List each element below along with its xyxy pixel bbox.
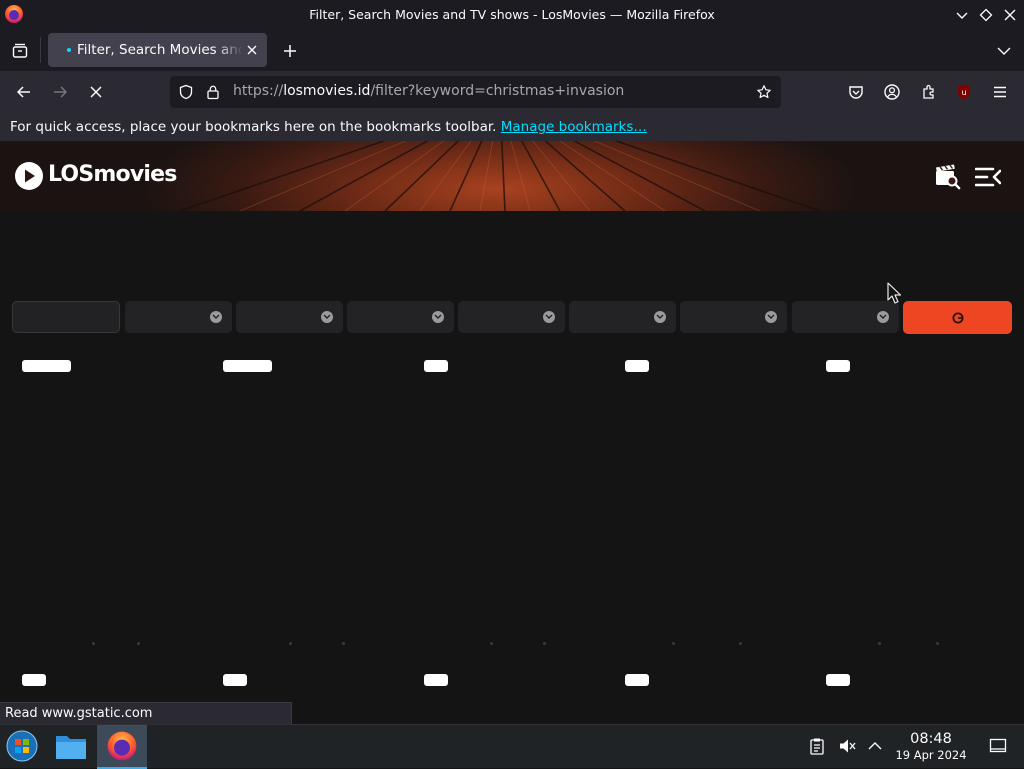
status-panel: Read www.gstatic.com <box>0 702 292 724</box>
result-label-placeholder <box>22 360 71 372</box>
placeholder-dot <box>739 642 742 645</box>
mouse-cursor-icon <box>887 282 901 304</box>
loading-indicator <box>67 48 71 52</box>
tab-separator <box>40 37 41 63</box>
reset-filter-icon <box>952 312 964 324</box>
stop-loading-icon[interactable] <box>87 83 105 101</box>
clock[interactable]: 08:48 19 Apr 2024 <box>890 731 972 762</box>
movie-search-icon[interactable] <box>935 164 961 190</box>
chevron-down-icon <box>765 311 777 323</box>
result-label-placeholder <box>625 360 649 372</box>
keyword-input[interactable] <box>12 301 120 333</box>
url-text[interactable]: https://losmovies.id/filter?keyword=chri… <box>233 83 624 99</box>
result-label-placeholder <box>826 360 850 372</box>
pocket-icon[interactable] <box>847 83 865 101</box>
clock-date: 19 Apr 2024 <box>895 748 967 762</box>
placeholder-dot <box>936 642 939 645</box>
tab-title: Filter, Search Movies and TV shows - Los… <box>77 42 243 58</box>
navigation-toolbar: https://losmovies.id/filter?keyword=chri… <box>0 71 1024 160</box>
year-select[interactable] <box>347 301 454 333</box>
back-icon[interactable] <box>15 83 33 101</box>
filter-button[interactable] <box>903 301 1012 334</box>
firefox-icon <box>107 731 137 761</box>
minimize-icon[interactable] <box>954 7 970 23</box>
placeholder-dot <box>92 642 95 645</box>
window-title: Filter, Search Movies and TV shows - Los… <box>309 7 715 22</box>
result-label-placeholder <box>826 674 850 686</box>
tray-expand-icon[interactable] <box>866 737 884 755</box>
chevron-down-icon <box>432 311 444 323</box>
chevron-down-icon <box>543 311 555 323</box>
address-bar[interactable]: https://losmovies.id/filter?keyword=chri… <box>170 76 781 108</box>
placeholder-dot <box>543 642 546 645</box>
file-manager-button[interactable] <box>47 725 97 769</box>
placeholder-dot <box>878 642 881 645</box>
result-label-placeholder <box>22 674 46 686</box>
chevron-down-icon[interactable] <box>995 42 1013 60</box>
bookmarks-hint: For quick access, place your bookmarks h… <box>10 119 647 135</box>
play-logo-icon <box>15 162 43 190</box>
firefox-taskbar-button[interactable] <box>97 725 147 769</box>
placeholder-dot <box>289 642 292 645</box>
chevron-down-icon <box>877 311 889 323</box>
tracking-shield-icon[interactable] <box>178 84 194 100</box>
file-manager-icon <box>56 736 86 759</box>
list-all-tabs-icon[interactable] <box>11 42 29 60</box>
window-titlebar: Filter, Search Movies and TV shows - Los… <box>0 0 1024 29</box>
ublock-icon[interactable]: u <box>955 83 973 101</box>
result-label-placeholder <box>424 360 448 372</box>
site-header: LOSmovies <box>0 141 1024 211</box>
tab-active[interactable]: Filter, Search Movies and TV shows - Los… <box>48 33 267 67</box>
chevron-down-icon <box>654 311 666 323</box>
manage-bookmarks-link[interactable]: Manage bookmarks… <box>501 119 647 135</box>
show-desktop-icon[interactable] <box>989 737 1007 755</box>
url-scheme: https:// <box>233 83 284 99</box>
result-label-placeholder <box>424 674 448 686</box>
start-menu-icon <box>6 730 38 762</box>
lock-icon[interactable] <box>205 84 221 100</box>
rating-select[interactable] <box>680 301 787 333</box>
taskbar: 08:48 19 Apr 2024 <box>0 724 1024 769</box>
clock-time: 08:48 <box>910 731 952 747</box>
type-select[interactable] <box>458 301 565 333</box>
result-label-placeholder <box>625 674 649 686</box>
maximize-icon[interactable] <box>978 7 994 23</box>
sort-select[interactable] <box>792 301 899 333</box>
volume-muted-icon[interactable] <box>838 737 856 755</box>
placeholder-dot <box>137 642 140 645</box>
placeholder-dot <box>490 642 493 645</box>
url-path: /filter?keyword=christmas+invasion <box>370 83 625 99</box>
menu-icon[interactable] <box>991 83 1009 101</box>
bookmarks-message: For quick access, place your bookmarks h… <box>10 119 497 135</box>
account-icon[interactable] <box>883 83 901 101</box>
start-menu-button[interactable] <box>0 725 50 769</box>
menu-toggle-icon[interactable] <box>975 164 1001 190</box>
bookmarks-toolbar: For quick access, place your bookmarks h… <box>0 113 1024 141</box>
chevron-down-icon <box>210 311 222 323</box>
extensions-icon[interactable] <box>920 83 938 101</box>
close-icon[interactable] <box>1002 7 1018 23</box>
tab-close-icon[interactable] <box>245 43 259 57</box>
quality-select[interactable] <box>569 301 676 333</box>
result-label-placeholder <box>223 360 272 372</box>
logo-text: LOSmovies <box>48 162 177 187</box>
forward-icon[interactable] <box>51 83 69 101</box>
result-label-placeholder <box>223 674 247 686</box>
country-select[interactable] <box>236 301 343 333</box>
url-host: losmovies.id <box>283 83 371 99</box>
tab-strip: Filter, Search Movies and TV shows - Los… <box>0 29 1024 71</box>
bookmark-star-icon[interactable] <box>756 84 772 100</box>
genre-select[interactable] <box>125 301 232 333</box>
placeholder-dot <box>672 642 675 645</box>
svg-text:u: u <box>961 88 966 97</box>
new-tab-icon[interactable] <box>281 42 299 60</box>
clipboard-icon[interactable] <box>808 737 826 755</box>
placeholder-dot <box>342 642 345 645</box>
chevron-down-icon <box>321 311 333 323</box>
